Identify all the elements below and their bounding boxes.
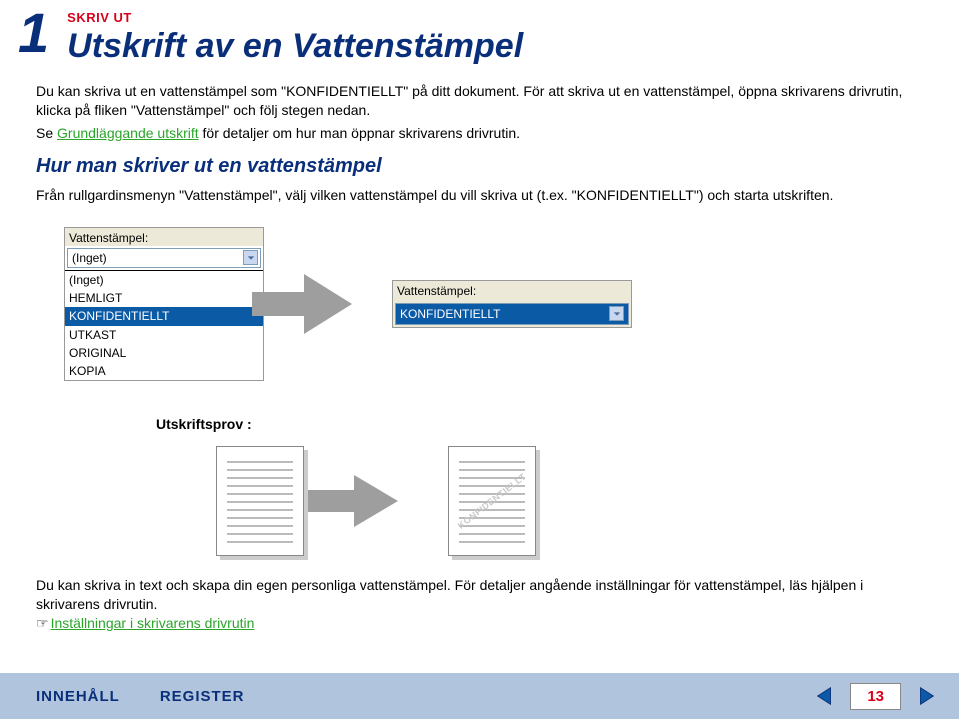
dropdown-list: (Inget) HEMLIGT KONFIDENTIELLT UTKAST OR… xyxy=(65,270,263,380)
driver-settings-link[interactable]: Inställningar i skrivarens drivrutin xyxy=(51,615,255,631)
content-area: Du kan skriva ut en vattenstämpel som "K… xyxy=(0,66,959,556)
page-number: 13 xyxy=(850,683,901,710)
dropdown-option-konfidentiellt[interactable]: KONFIDENTIELLT xyxy=(65,307,263,325)
contents-button[interactable]: INNEHÅLL xyxy=(36,688,120,705)
bottom-bar: INNEHÅLL REGISTER 13 xyxy=(0,673,959,719)
result-selected-value: KONFIDENTIELLT xyxy=(400,306,500,322)
arrow-right-icon xyxy=(304,274,352,334)
breadcrumb: SKRIV UT xyxy=(67,10,523,25)
index-button[interactable]: REGISTER xyxy=(160,688,245,705)
page-header: 1 SKRIV UT Utskrift av en Vattenstämpel xyxy=(0,0,959,66)
sample-page-plain xyxy=(216,446,304,556)
print-sample-figure: KONFIDENTIELLT xyxy=(216,446,923,556)
result-label: Vattenstämpel: xyxy=(393,281,631,301)
dropdown-label: Vattenstämpel: xyxy=(65,228,263,246)
chevron-down-icon[interactable] xyxy=(243,250,258,265)
chevron-down-icon[interactable] xyxy=(609,306,624,321)
page-navigation: 13 xyxy=(814,683,937,710)
intro-paragraph-2: Se Grundläggande utskrift för detaljer o… xyxy=(36,124,923,143)
watermark-dropdown-result: Vattenstämpel: KONFIDENTIELLT xyxy=(392,280,632,328)
dropdown-option-none[interactable]: (Inget) xyxy=(65,271,263,289)
footer-note: Du kan skriva in text och skapa din egen… xyxy=(0,576,959,633)
intro-p2-suffix: för detaljer om hur man öppnar skrivaren… xyxy=(199,125,520,141)
prev-page-button[interactable] xyxy=(814,685,836,707)
dropdown-option-utkast[interactable]: UTKAST xyxy=(65,326,263,344)
sample-page-watermarked: KONFIDENTIELLT xyxy=(448,446,536,556)
next-page-button[interactable] xyxy=(915,685,937,707)
page-title: Utskrift av en Vattenstämpel xyxy=(67,27,523,66)
intro-paragraph-1: Du kan skriva ut en vattenstämpel som "K… xyxy=(36,82,923,120)
dropdown-option-hemligt[interactable]: HEMLIGT xyxy=(65,289,263,307)
pointing-hand-icon: ☞ xyxy=(36,615,49,631)
section-body: Från rullgardinsmenyn "Vattenstämpel", v… xyxy=(36,186,923,205)
intro-p2-prefix: Se xyxy=(36,125,57,141)
dropdown-selected-value: (Inget) xyxy=(72,250,107,266)
header-text: SKRIV UT Utskrift av en Vattenstämpel xyxy=(67,8,523,66)
basic-printing-link[interactable]: Grundläggande utskrift xyxy=(57,125,199,141)
nav-buttons: INNEHÅLL REGISTER xyxy=(36,688,245,705)
result-select[interactable]: KONFIDENTIELLT xyxy=(395,303,629,325)
dropdown-select[interactable]: (Inget) xyxy=(67,248,261,268)
watermark-dropdown-expanded: Vattenstämpel: (Inget) (Inget) HEMLIGT K… xyxy=(64,227,264,382)
dropdown-option-kopia[interactable]: KOPIA xyxy=(65,362,263,380)
footnote-text: Du kan skriva in text och skapa din egen… xyxy=(36,576,923,614)
arrow-right-icon xyxy=(354,475,398,527)
dropdown-figure: Vattenstämpel: (Inget) (Inget) HEMLIGT K… xyxy=(64,227,923,382)
chapter-number: 1 xyxy=(18,8,49,58)
print-sample-label: Utskriftsprov : xyxy=(156,415,923,434)
dropdown-option-original[interactable]: ORIGINAL xyxy=(65,344,263,362)
section-heading: Hur man skriver ut en vattenstämpel xyxy=(36,153,923,180)
